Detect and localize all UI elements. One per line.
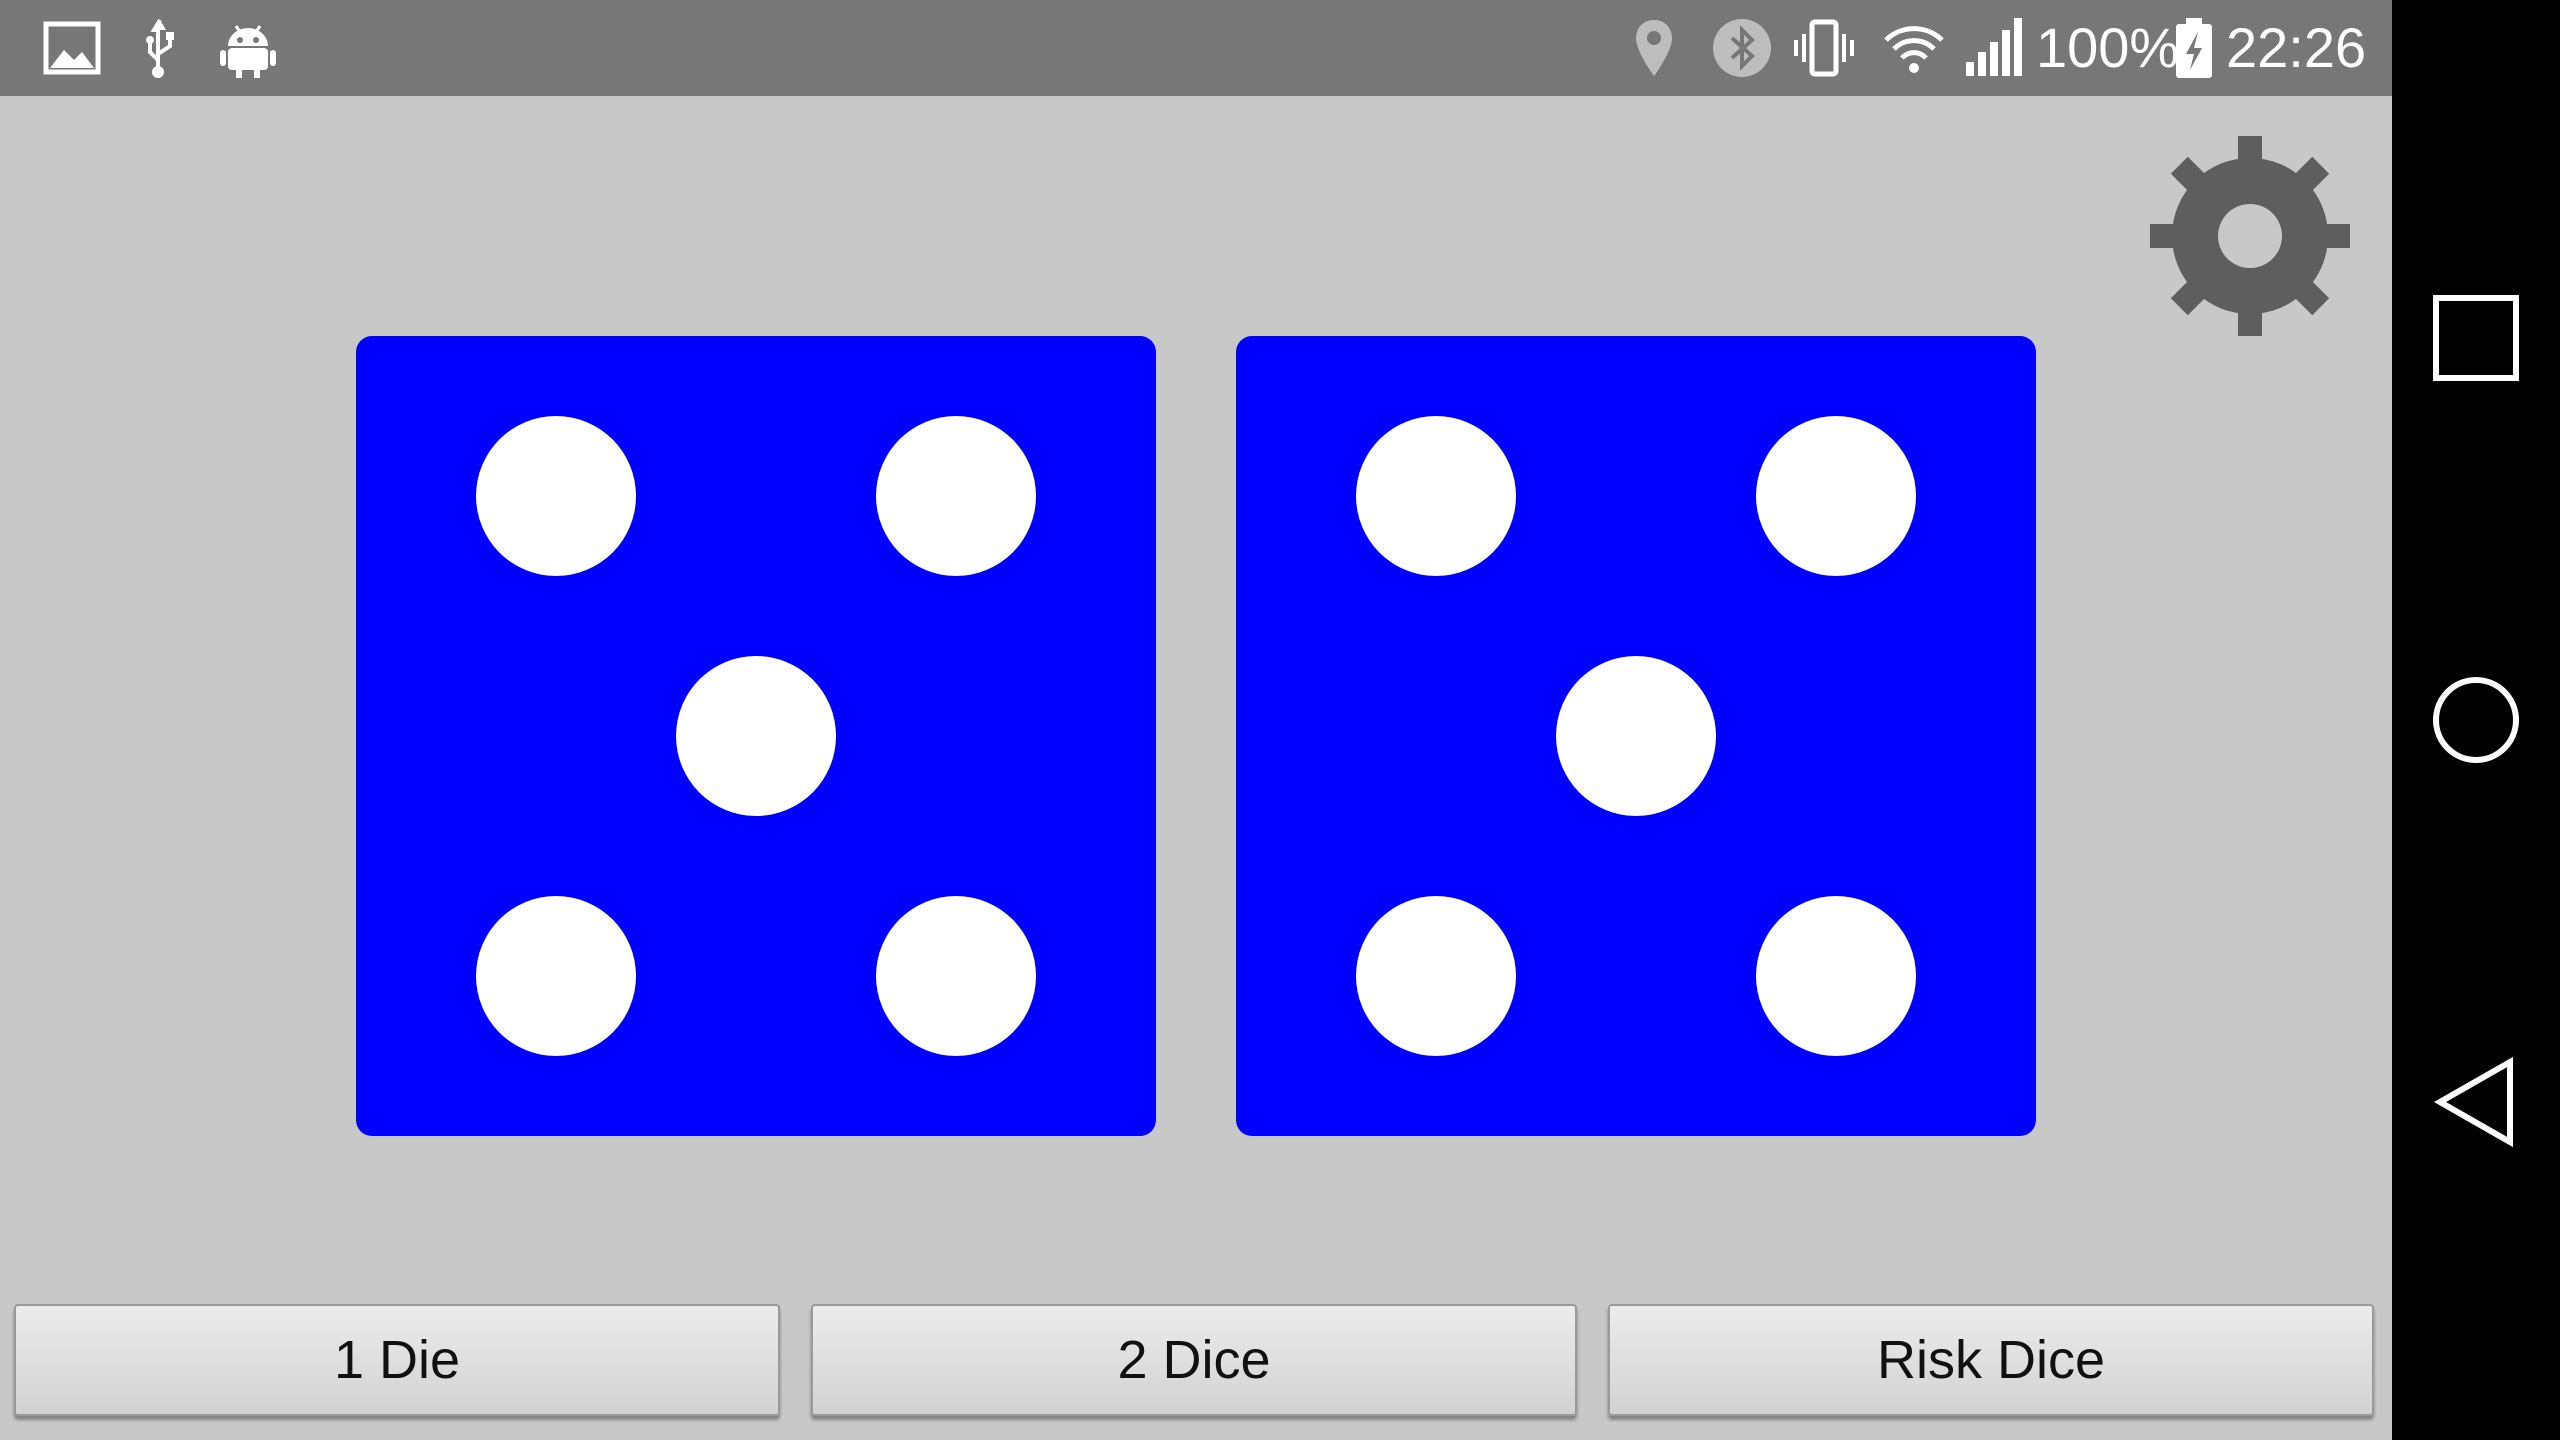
pip — [476, 416, 636, 576]
location-icon — [1636, 20, 1672, 76]
android-debug-icon — [220, 25, 276, 78]
die-left[interactable] — [356, 336, 1156, 1136]
one-die-button[interactable]: 1 Die — [14, 1304, 780, 1416]
risk-dice-button[interactable]: Risk Dice — [1608, 1304, 2374, 1416]
pip — [1556, 656, 1716, 816]
pip — [1756, 416, 1916, 576]
pip — [476, 896, 636, 1056]
battery-charging-icon — [2176, 18, 2212, 78]
pip — [876, 896, 1036, 1056]
usb-icon — [146, 18, 174, 78]
vibrate-icon — [1794, 19, 1854, 77]
image-icon — [43, 21, 101, 75]
bluetooth-icon — [1713, 19, 1771, 77]
battery-percent: 100% — [2036, 16, 2180, 79]
status-bar: 100% 22:26 — [0, 0, 2392, 96]
pip — [1756, 896, 1916, 1056]
two-dice-button[interactable]: 2 Dice — [811, 1304, 1577, 1416]
recents-square-icon[interactable] — [2430, 292, 2522, 384]
home-circle-icon[interactable] — [2430, 674, 2522, 766]
signal-icon — [1966, 18, 2022, 76]
clock: 22:26 — [2226, 16, 2367, 79]
pip — [1356, 896, 1516, 1056]
die-right[interactable] — [1236, 336, 2036, 1136]
pip — [876, 416, 1036, 576]
gear-icon[interactable] — [2148, 134, 2352, 338]
back-triangle-icon[interactable] — [2430, 1056, 2522, 1148]
wifi-icon — [1884, 26, 1944, 73]
pip — [676, 656, 836, 816]
navigation-bar — [2392, 0, 2560, 1440]
pip — [1356, 416, 1516, 576]
